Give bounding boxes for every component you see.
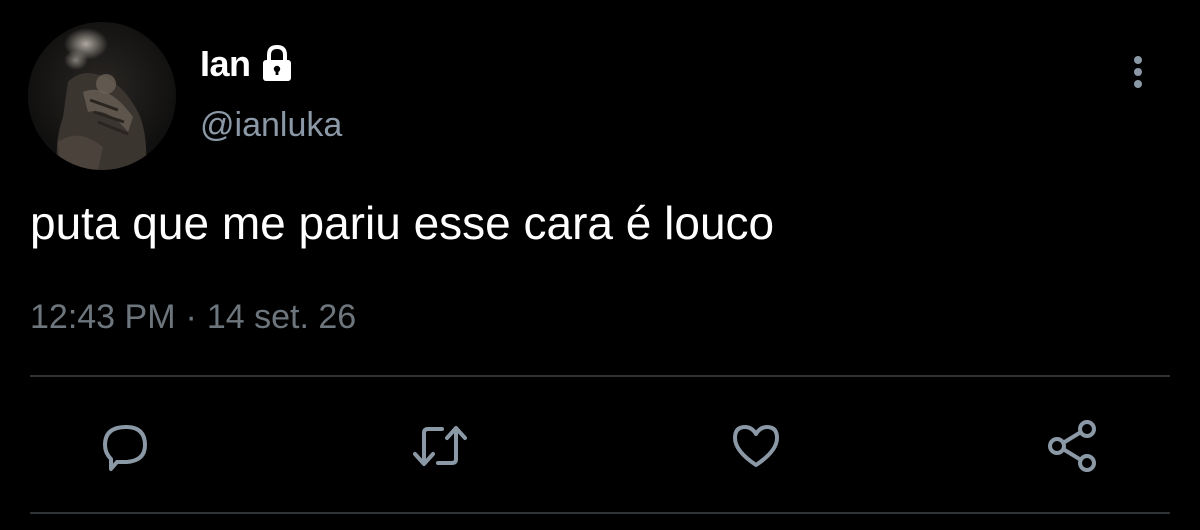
tweet-text: puta que me pariu esse cara é louco	[30, 197, 775, 249]
display-name[interactable]: Ian	[200, 43, 251, 85]
reply-icon	[103, 425, 147, 471]
tweet-card: Ian @ianluka puta que me pariu esse cara…	[0, 0, 1200, 530]
avatar-image	[28, 22, 176, 170]
tweet-date: 14 set. 26	[206, 298, 357, 336]
meta-separator: ·	[185, 298, 197, 336]
avatar[interactable]	[28, 22, 176, 170]
like-button[interactable]	[726, 416, 786, 476]
divider-bottom	[30, 512, 1170, 514]
more-vertical-icon[interactable]	[1120, 48, 1156, 96]
retweet-icon	[413, 426, 467, 466]
tweet-time: 12:43 PM	[30, 298, 176, 336]
share-icon	[1048, 420, 1096, 472]
reply-button[interactable]	[96, 416, 156, 476]
divider	[30, 375, 1170, 377]
user-handle[interactable]: @ianluka	[200, 106, 342, 145]
heart-icon	[733, 425, 779, 467]
tweet-timestamp[interactable]: 12:43 PM · 14 set. 26	[30, 298, 356, 337]
share-button[interactable]	[1042, 416, 1102, 476]
name-row: Ian	[200, 40, 295, 88]
lock-icon	[259, 44, 295, 84]
retweet-button[interactable]	[410, 416, 470, 476]
